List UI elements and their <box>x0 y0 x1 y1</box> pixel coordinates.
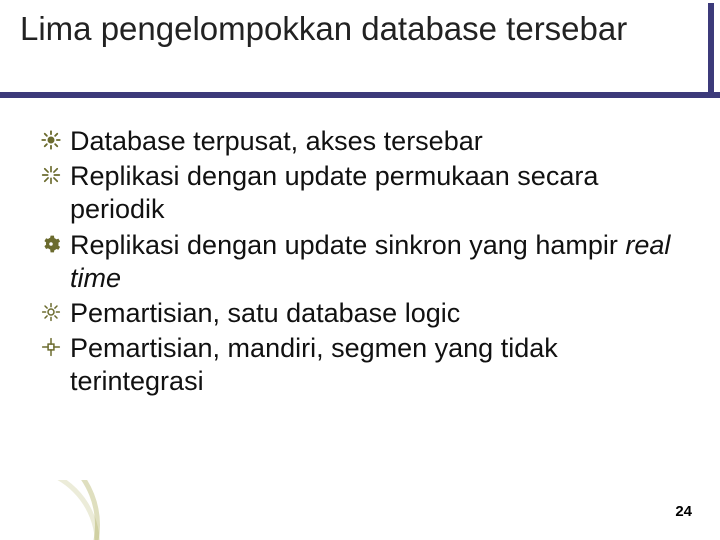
list-item: Replikasi dengan update sinkron yang ham… <box>40 229 680 295</box>
slide-title: Lima pengelompokkan database tersebar <box>20 10 700 48</box>
content-body: Database terpusat, akses tersebar <box>40 125 680 401</box>
corner-decoration <box>0 480 120 540</box>
list-item: Replikasi dengan update permukaan secara… <box>40 160 680 226</box>
list-item: Pemartisian, mandiri, segmen yang tidak … <box>40 332 680 398</box>
list-item-text: Pemartisian, satu database logic <box>70 298 460 328</box>
header-right-accent <box>708 3 714 98</box>
list-item-text: Pemartisian, mandiri, segmen yang tidak … <box>70 333 558 396</box>
crosshair-icon <box>40 336 62 358</box>
title-underline <box>0 92 720 98</box>
page-number: 24 <box>675 503 692 520</box>
slide: Lima pengelompokkan database tersebar <box>0 0 720 540</box>
gear-icon <box>40 233 62 255</box>
list-item-text: Database terpusat, akses tersebar <box>70 126 483 156</box>
list-item: Pemartisian, satu database logic <box>40 297 680 330</box>
sun-solid-icon <box>40 129 62 151</box>
sun-outline-icon <box>40 301 62 323</box>
list-item-text: Replikasi dengan update permukaan secara… <box>70 161 598 224</box>
sun-rays-icon <box>40 164 62 186</box>
list-item-text: Replikasi dengan update sinkron yang ham… <box>70 230 670 293</box>
header: Lima pengelompokkan database tersebar <box>0 0 720 58</box>
list-item: Database terpusat, akses tersebar <box>40 125 680 158</box>
